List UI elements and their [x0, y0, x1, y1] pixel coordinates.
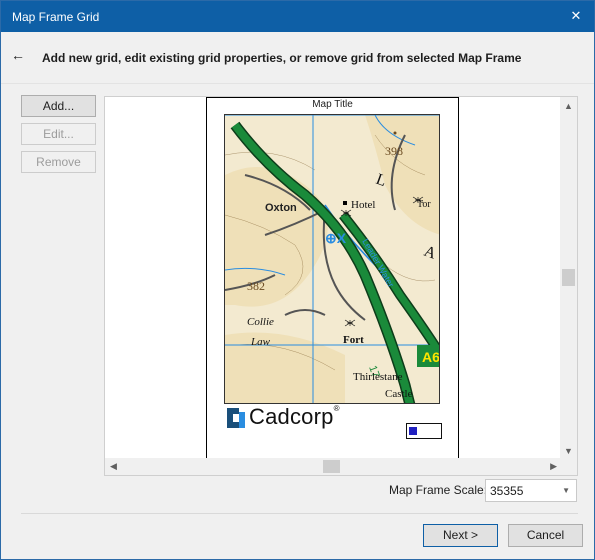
road-number-label: A6: [422, 349, 440, 365]
map-frame-grid-dialog: Map Frame Grid ✕ ← Add new grid, edit ex…: [0, 0, 595, 560]
svg-text:Oxton: Oxton: [265, 202, 297, 214]
back-arrow-icon[interactable]: ←: [11, 47, 25, 63]
edit-button[interactable]: Edit...: [21, 123, 96, 145]
map-frame[interactable]: A6 398 Oxton Hotel Tor L A Leader Water …: [224, 114, 440, 404]
add-button[interactable]: Add...: [21, 95, 96, 117]
copyright-badge: [406, 423, 442, 439]
svg-text:Castle: Castle: [385, 388, 413, 400]
scroll-right-icon[interactable]: ▶: [550, 461, 557, 472]
page-heading: Add new grid, edit existing grid propert…: [42, 51, 522, 65]
window-title: Map Frame Grid: [12, 10, 100, 24]
title-bar: Map Frame Grid ✕: [1, 1, 594, 32]
horizontal-scroll-thumb[interactable]: [323, 460, 340, 473]
footer-divider: [21, 513, 578, 514]
wizard-header: ← Add new grid, edit existing grid prope…: [1, 32, 594, 84]
svg-text:382: 382: [247, 279, 265, 293]
map-page: Map Title A6 398 Oxton Hotel Tor L A Lea…: [206, 97, 459, 459]
scroll-corner: [560, 458, 577, 475]
remove-button[interactable]: Remove: [21, 151, 96, 173]
horizontal-scrollbar[interactable]: ◀ ▶: [105, 458, 562, 475]
scale-value[interactable]: 35355: [490, 484, 523, 498]
vertical-scrollbar[interactable]: ▲ ▼: [560, 97, 577, 460]
map-image: A6 398 Oxton Hotel Tor L A Leader Water …: [225, 115, 440, 403]
vertical-scroll-thumb[interactable]: [562, 269, 575, 286]
svg-text:Hotel: Hotel: [351, 199, 375, 211]
next-button[interactable]: Next >: [423, 524, 498, 547]
close-icon[interactable]: ✕: [566, 6, 586, 26]
chevron-down-icon[interactable]: ▼: [562, 486, 570, 495]
cadcorp-logo-icon: [227, 408, 245, 428]
scroll-down-icon[interactable]: ▼: [564, 446, 573, 456]
cancel-button[interactable]: Cancel: [508, 524, 583, 547]
cadcorp-wordmark: Cadcorp®: [249, 404, 340, 429]
map-frame-preview[interactable]: Map Title A6 398 Oxton Hotel Tor L A Lea…: [104, 96, 578, 476]
svg-text:Fort: Fort: [343, 334, 364, 346]
svg-text:Law: Law: [250, 336, 271, 348]
map-frame-scale-label: Map Frame Scale:: [389, 483, 488, 497]
svg-text:⊕X: ⊕X: [325, 230, 347, 246]
svg-text:398: 398: [385, 144, 403, 158]
svg-text:Thirlestane: Thirlestane: [353, 371, 403, 383]
scroll-left-icon[interactable]: ◀: [110, 461, 117, 472]
scroll-up-icon[interactable]: ▲: [564, 101, 573, 111]
map-frame-scale-combo[interactable]: 35355 ▼: [485, 479, 577, 502]
map-title: Map Title: [312, 99, 353, 110]
svg-text:Collie: Collie: [247, 316, 274, 328]
